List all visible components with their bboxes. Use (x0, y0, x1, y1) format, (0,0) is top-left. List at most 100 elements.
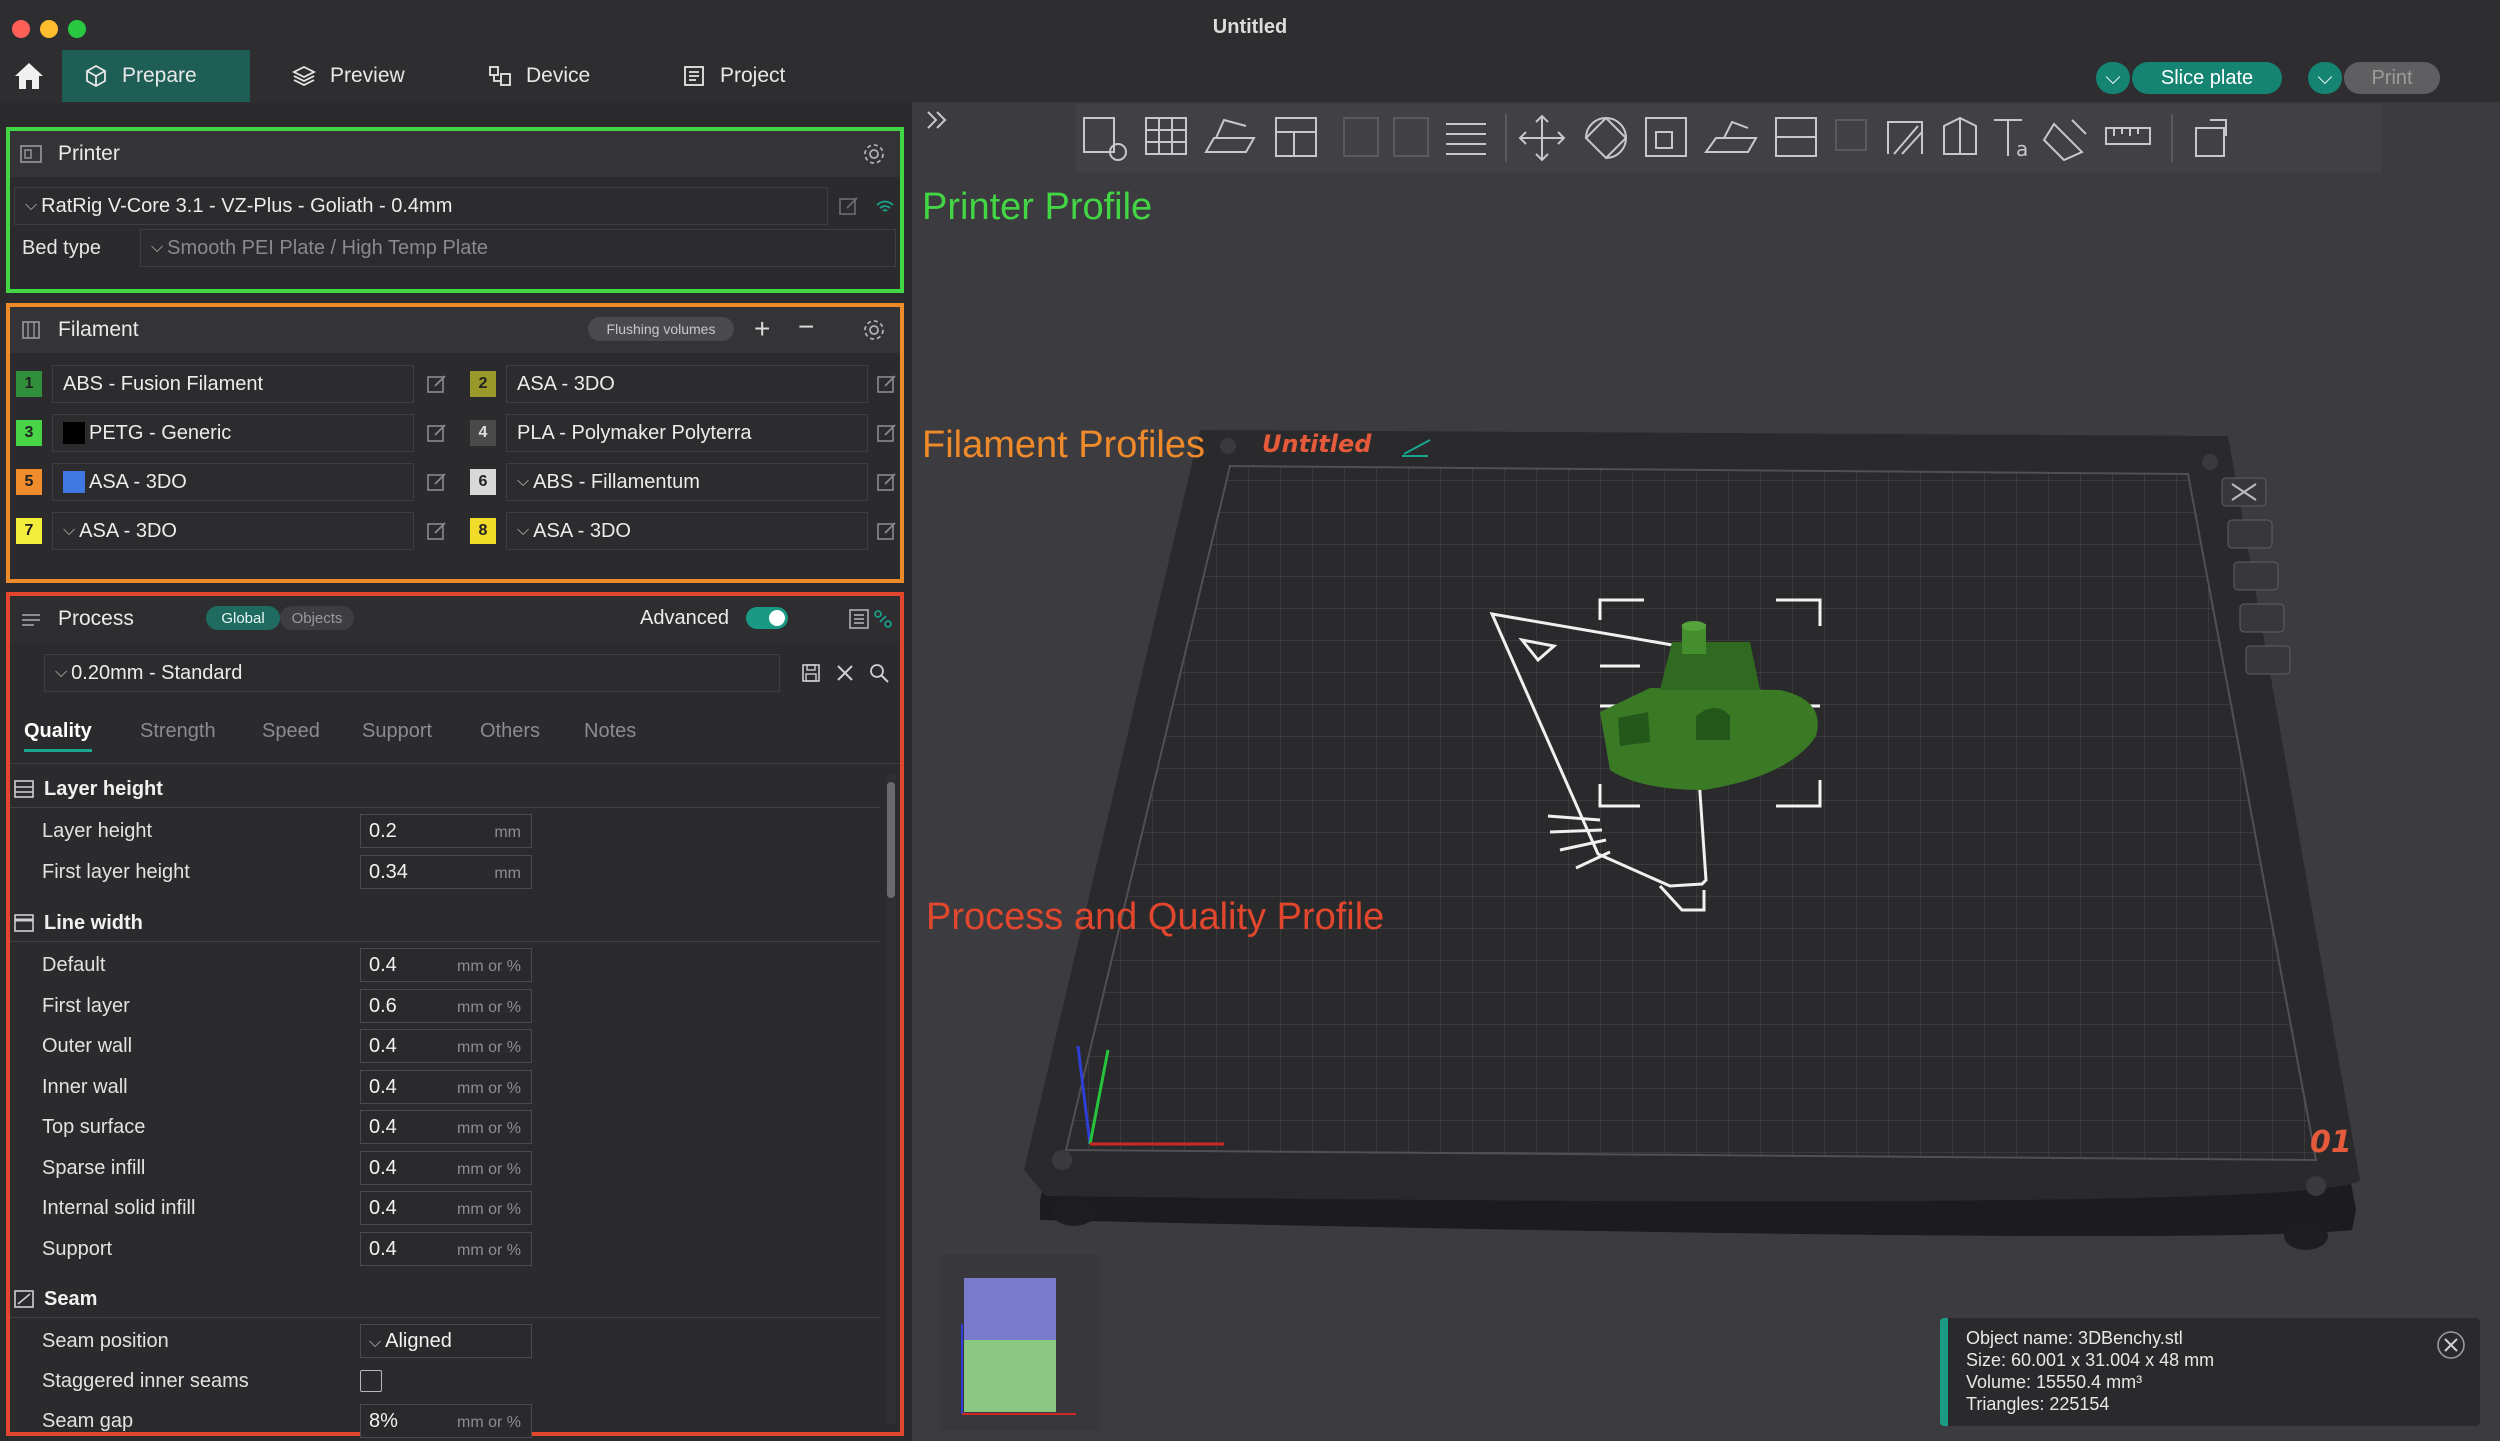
search-icon[interactable] (868, 662, 890, 684)
settings-sidebar: Printer ⌵ RatRig V-Core 3.1 - VZ-Plus - … (0, 102, 912, 1441)
add-plate-icon[interactable] (1145, 117, 1187, 155)
top-surface-input[interactable]: 0.4 mm or % (360, 1110, 532, 1144)
staggered-inner-seams-checkbox[interactable] (360, 1370, 382, 1392)
add-object-icon[interactable] (1083, 117, 1127, 161)
edit-filament-icon[interactable] (876, 373, 898, 395)
chevron-down-icon: ⌵ (25, 197, 38, 214)
color-painting-icon[interactable] (2042, 119, 2087, 162)
close-icon[interactable] (834, 662, 856, 684)
filament-select[interactable]: ASA - 3DO (506, 365, 868, 403)
3d-viewport[interactable]: Untitled 01 Printer Profile Filament Pro… (912, 102, 2500, 1441)
move-icon[interactable] (1518, 114, 1566, 162)
scrollbar-track[interactable] (886, 774, 896, 1424)
filament-select[interactable]: ABS - Fusion Filament (52, 365, 414, 403)
first-layer-width-input[interactable]: 0.6 mm or % (360, 989, 532, 1023)
tab-prepare[interactable]: Prepare (62, 50, 250, 102)
compare-icon[interactable] (872, 608, 894, 630)
measure-icon[interactable] (2105, 127, 2151, 145)
filament-select[interactable]: ⌵ ASA - 3DO (506, 512, 868, 550)
remove-filament-icon[interactable]: − (798, 311, 814, 343)
filament-number-badge: 2 (470, 371, 496, 397)
print-dropdown-button[interactable]: ⌵ (2308, 62, 2342, 94)
flushing-volumes-button[interactable]: Flushing volumes (588, 317, 734, 341)
cut-icon[interactable] (1775, 117, 1817, 157)
tab-notes[interactable]: Notes (584, 720, 636, 743)
rotate-icon[interactable] (1584, 116, 1628, 160)
seam-gap-input[interactable]: 8% mm or % (360, 1404, 532, 1438)
tab-quality[interactable]: Quality (24, 720, 92, 752)
tab-support[interactable]: Support (362, 720, 432, 743)
assembly-view-icon[interactable] (2195, 119, 2227, 157)
global-toggle[interactable]: Global (206, 606, 280, 630)
filament-select[interactable]: ASA - 3DO (52, 463, 414, 501)
tab-others[interactable]: Others (480, 720, 540, 743)
arrange-icon[interactable] (1275, 117, 1317, 157)
close-info-icon[interactable] (2436, 1330, 2466, 1360)
tab-speed[interactable]: Speed (262, 720, 320, 743)
lay-on-face-icon[interactable] (1704, 120, 1758, 153)
list-view-icon[interactable] (848, 608, 870, 630)
orientation-cube[interactable] (940, 1254, 1100, 1430)
sparse-infill-input[interactable]: 0.4 mm or % (360, 1151, 532, 1185)
printer-settings-gear-icon[interactable] (862, 142, 886, 166)
tab-strength[interactable]: Strength (140, 720, 216, 743)
arrange-plate-icon[interactable] (2233, 561, 2279, 591)
edit-printer-icon[interactable] (838, 195, 860, 217)
filament-select[interactable]: ⌵ ABS - Fillamentum (506, 463, 868, 501)
filament-select[interactable]: ⌵ ASA - 3DO (52, 512, 414, 550)
edit-filament-icon[interactable] (876, 422, 898, 444)
edit-filament-icon[interactable] (426, 373, 448, 395)
support-width-input[interactable]: 0.4 mm or % (360, 1232, 532, 1266)
filament-name: ASA - 3DO (79, 519, 177, 542)
process-profile-select[interactable]: ⌵ 0.20mm - Standard (44, 654, 780, 692)
lock-plate-icon[interactable] (2239, 603, 2285, 633)
filament-section: Filament Flushing volumes + − 1 ABS - Fu… (6, 303, 904, 583)
edit-filament-icon[interactable] (426, 422, 448, 444)
support-painting-icon[interactable] (1887, 121, 1923, 155)
filament-settings-gear-icon[interactable] (862, 318, 886, 342)
inner-wall-input[interactable]: 0.4 mm or % (360, 1070, 532, 1104)
row-label: Seam position (42, 1330, 169, 1352)
add-filament-icon[interactable]: + (754, 313, 770, 345)
printer-profile-select[interactable]: ⌵ RatRig V-Core 3.1 - VZ-Plus - Goliath … (14, 187, 828, 225)
internal-solid-infill-input[interactable]: 0.4 mm or % (360, 1191, 532, 1225)
seam-position-select[interactable]: ⌵ Aligned (360, 1324, 532, 1358)
auto-orient-icon[interactable] (1204, 118, 1256, 153)
filament-select[interactable]: PLA - Polymaker Polyterra (506, 414, 868, 452)
plate-settings-icon[interactable] (2245, 645, 2291, 675)
layer-height-input[interactable]: 0.2 mm (360, 814, 532, 848)
advanced-switch[interactable] (746, 607, 788, 629)
edit-filament-icon[interactable] (426, 520, 448, 542)
mesh-boolean-icon[interactable] (1835, 119, 1867, 151)
edit-filament-icon[interactable] (876, 520, 898, 542)
input-unit: mm or % (457, 1080, 521, 1097)
layers-icon (292, 65, 316, 87)
filament-select[interactable]: PETG - Generic (52, 414, 414, 452)
edit-filament-icon[interactable] (426, 471, 448, 493)
tab-preview[interactable]: Preview (270, 50, 427, 102)
scrollbar-thumb[interactable] (887, 782, 895, 898)
objects-toggle[interactable]: Objects (280, 606, 354, 630)
tab-project[interactable]: Project (660, 50, 807, 102)
outer-wall-input[interactable]: 0.4 mm or % (360, 1029, 532, 1063)
divider (10, 1317, 880, 1318)
scale-icon[interactable] (1645, 117, 1687, 157)
first-layer-height-input[interactable]: 0.34 mm (360, 855, 532, 889)
home-button[interactable] (12, 60, 46, 92)
print-button[interactable]: Print (2344, 62, 2440, 94)
split-objects-icon[interactable] (1343, 117, 1429, 157)
edit-filament-icon[interactable] (876, 471, 898, 493)
orient-plate-icon[interactable] (2227, 519, 2273, 549)
variable-layer-height-icon[interactable] (1446, 123, 1486, 155)
slice-dropdown-button[interactable]: ⌵ (2096, 62, 2130, 94)
bed-type-select[interactable]: ⌵ Smooth PEI Plate / High Temp Plate (140, 229, 896, 267)
filament-number-badge: 3 (16, 420, 42, 446)
default-width-input[interactable]: 0.4 mm or % (360, 948, 532, 982)
slice-plate-button[interactable]: Slice plate (2132, 62, 2282, 94)
collapse-sidebar-button[interactable] (920, 104, 954, 138)
tab-device[interactable]: Device (466, 50, 612, 102)
wifi-icon[interactable] (874, 195, 896, 217)
seam-painting-icon[interactable] (1943, 116, 1977, 155)
text-icon[interactable]: a (1994, 119, 2028, 161)
save-icon[interactable] (800, 662, 822, 684)
